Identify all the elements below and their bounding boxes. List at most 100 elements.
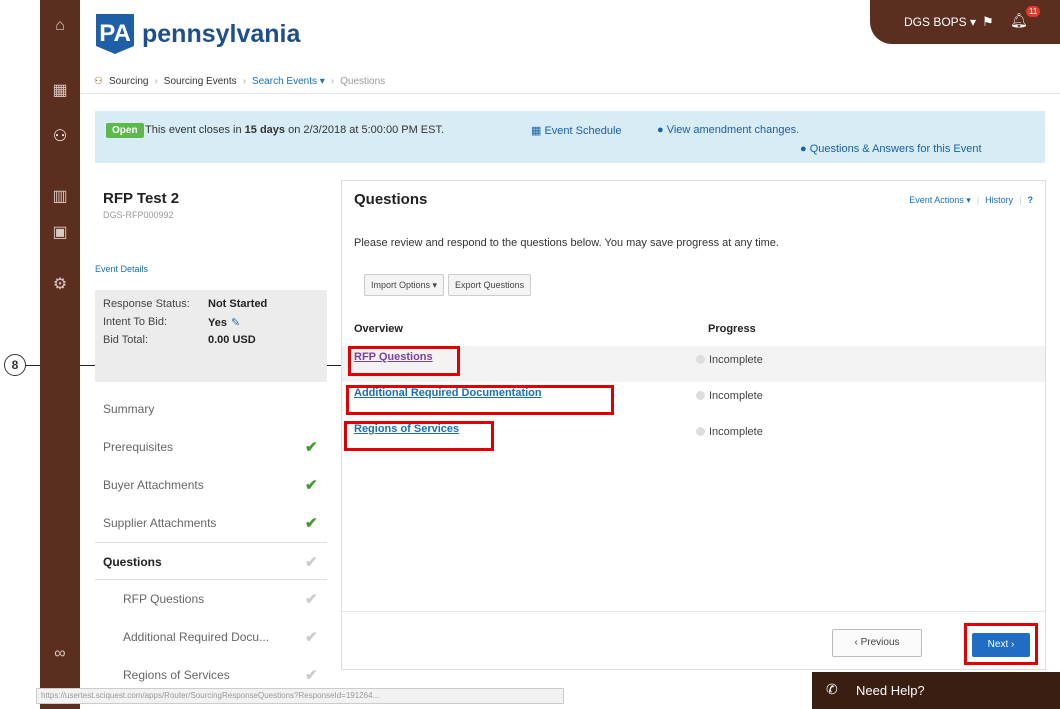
icon-rail: ⌂ ▦ ⚇ ▥ ▣ ⚙ ∞ xyxy=(40,0,80,709)
banner-text: This event closes in 15 days on 2/3/2018… xyxy=(145,124,444,136)
flag-icon[interactable]: ⚑ xyxy=(982,14,994,30)
phone-icon: ✆ xyxy=(826,681,838,697)
response-status-value: Not Started xyxy=(208,298,268,310)
actions-divider: | xyxy=(1019,195,1022,205)
chart-icon[interactable]: ▥ xyxy=(40,178,80,214)
check-icon: ✔ xyxy=(305,477,318,494)
intent-label: Intent To Bid: xyxy=(103,316,168,328)
breadcrumb-separator: › xyxy=(154,76,158,87)
help-icon[interactable]: ? xyxy=(1028,195,1034,206)
status-url: https://usertest.sciquest.com/apps/Route… xyxy=(36,688,564,704)
breadcrumb-sourcing-events[interactable]: Sourcing Events xyxy=(164,76,237,87)
page-title: Questions xyxy=(354,191,428,208)
breadcrumb: ⚇ Sourcing › Sourcing Events › Search Ev… xyxy=(80,70,1060,94)
nav-label: RFP Questions xyxy=(123,592,205,606)
bell-icon[interactable]: 🔔︎ xyxy=(1010,12,1028,29)
breadcrumb-search-events[interactable]: Search Events ▾ xyxy=(252,76,325,87)
check-icon: ✔ xyxy=(305,554,318,571)
sourcing-small-icon: ⚇ xyxy=(94,76,103,87)
regions-of-services-link[interactable]: Regions of Services xyxy=(354,423,459,435)
amendment-link[interactable]: ● View amendment changes. xyxy=(657,124,799,136)
info-icon: ● xyxy=(800,143,810,155)
event-id: DGS-RFP000992 xyxy=(103,210,174,220)
breadcrumb-questions: Questions xyxy=(340,76,386,87)
event-details-link[interactable]: Event Details xyxy=(95,264,148,274)
nav-label: Buyer Attachments xyxy=(103,478,204,492)
nav-label: Prerequisites xyxy=(103,440,174,454)
table-row: Additional Required Documentation Incomp… xyxy=(342,382,1045,418)
row-status: Incomplete xyxy=(696,426,763,438)
history-link[interactable]: History xyxy=(985,195,1013,206)
previous-button[interactable]: ‹ Previous xyxy=(832,629,922,657)
need-help-bar[interactable]: ✆ Need Help? xyxy=(812,672,1060,709)
gear-icon[interactable]: ⚙ xyxy=(40,266,80,302)
event-title: RFP Test 2 xyxy=(103,190,180,207)
event-schedule-label: Event Schedule xyxy=(544,125,622,137)
contracts-icon[interactable]: ▣ xyxy=(40,214,80,250)
sourcing-icon[interactable]: ⚇ xyxy=(40,118,80,154)
page-description: Please review and respond to the questio… xyxy=(354,237,779,249)
response-status-box: Response Status: Not Started Intent To B… xyxy=(95,290,327,382)
nav-prerequisites[interactable]: Prerequisites ✔ xyxy=(95,428,327,466)
breadcrumb-sourcing[interactable]: Sourcing xyxy=(109,76,148,87)
banner-text-pre: This event closes in xyxy=(145,124,245,136)
table-row: RFP Questions Incomplete xyxy=(342,346,1045,382)
amendment-label: View amendment changes. xyxy=(666,124,800,136)
nav-summary[interactable]: Summary xyxy=(95,390,327,428)
user-menu: DGS BOPS ▾ ⚑ 🔔︎ 11 xyxy=(870,0,1060,44)
event-schedule-link[interactable]: ▦ Event Schedule xyxy=(531,124,622,137)
calendar-icon: ▦ xyxy=(531,125,545,137)
column-overview: Overview xyxy=(354,323,403,335)
incomplete-icon xyxy=(696,427,705,436)
event-banner: Open This event closes in 15 days on 2/3… xyxy=(95,111,1045,163)
rfp-questions-link[interactable]: RFP Questions xyxy=(354,351,433,363)
row-status-text: Incomplete xyxy=(709,390,763,402)
table-row: Regions of Services Incomplete xyxy=(342,418,1045,454)
check-icon: ✔ xyxy=(305,667,318,684)
table-header: Overview Progress xyxy=(354,323,1044,343)
qa-link[interactable]: ● Questions & Answers for this Event xyxy=(800,143,982,155)
nav-supplier-attachments[interactable]: Supplier Attachments ✔ xyxy=(95,504,327,542)
import-options-button[interactable]: Import Options ▾ xyxy=(364,274,445,296)
layers-icon[interactable]: ▦ xyxy=(40,72,80,108)
breadcrumb-separator: › xyxy=(330,76,335,87)
row-status-text: Incomplete xyxy=(709,354,763,366)
open-badge: Open xyxy=(106,123,144,138)
next-button[interactable]: Next › xyxy=(972,633,1030,657)
actions-divider: | xyxy=(976,195,980,205)
info-icon: ● xyxy=(657,124,667,136)
nav-additional-docs[interactable]: Additional Required Docu... ✔ xyxy=(95,618,327,656)
nav-label: Supplier Attachments xyxy=(103,516,217,530)
panel-actions: Event Actions ▾ | History | ? xyxy=(909,195,1033,206)
app-root: 8 ⌂ ▦ ⚇ ▥ ▣ ⚙ ∞ PA pennsylvania DGS BOPS… xyxy=(0,0,1060,709)
check-icon: ✔ xyxy=(305,439,318,456)
bid-total-label: Bid Total: xyxy=(103,334,149,346)
banner-text-post: on 2/3/2018 at 5:00:00 PM EST. xyxy=(285,124,445,136)
export-questions-button[interactable]: Export Questions xyxy=(448,274,532,296)
nav-label: Summary xyxy=(103,402,155,416)
nav-rfp-questions[interactable]: RFP Questions ✔ xyxy=(95,580,327,618)
notification-count: 11 xyxy=(1026,6,1041,17)
event-summary: RFP Test 2 DGS-RFP000992 Event Details xyxy=(95,180,327,290)
nav-buyer-attachments[interactable]: Buyer Attachments ✔ xyxy=(95,466,327,504)
response-status-label: Response Status: xyxy=(103,298,190,310)
breadcrumb-separator: › xyxy=(242,76,246,87)
nav-questions[interactable]: Questions ✔ xyxy=(95,542,327,580)
pa-logo-mark: PA xyxy=(96,14,134,54)
footer-divider xyxy=(342,611,1045,612)
questions-panel: Questions Event Actions ▾ | History | ? … xyxy=(341,180,1046,670)
qa-label: Questions & Answers for this Event xyxy=(809,143,982,155)
nav-label: Regions of Services xyxy=(123,668,230,682)
row-status: Incomplete xyxy=(696,354,763,366)
pencil-icon[interactable]: ✎ xyxy=(231,317,240,329)
user-menu-button[interactable]: DGS BOPS ▾ xyxy=(904,15,976,29)
need-help-label: Need Help? xyxy=(856,683,925,698)
additional-docs-link[interactable]: Additional Required Documentation xyxy=(354,387,542,399)
binoculars-icon[interactable]: ∞ xyxy=(40,636,80,672)
intent-text: Yes xyxy=(208,317,227,329)
row-status: Incomplete xyxy=(696,390,763,402)
header: PA pennsylvania DGS BOPS ▾ ⚑ 🔔︎ 11 xyxy=(80,0,1060,66)
check-icon: ✔ xyxy=(305,515,318,532)
event-actions-menu[interactable]: Event Actions ▾ xyxy=(909,195,971,206)
home-icon[interactable]: ⌂ xyxy=(40,8,80,44)
